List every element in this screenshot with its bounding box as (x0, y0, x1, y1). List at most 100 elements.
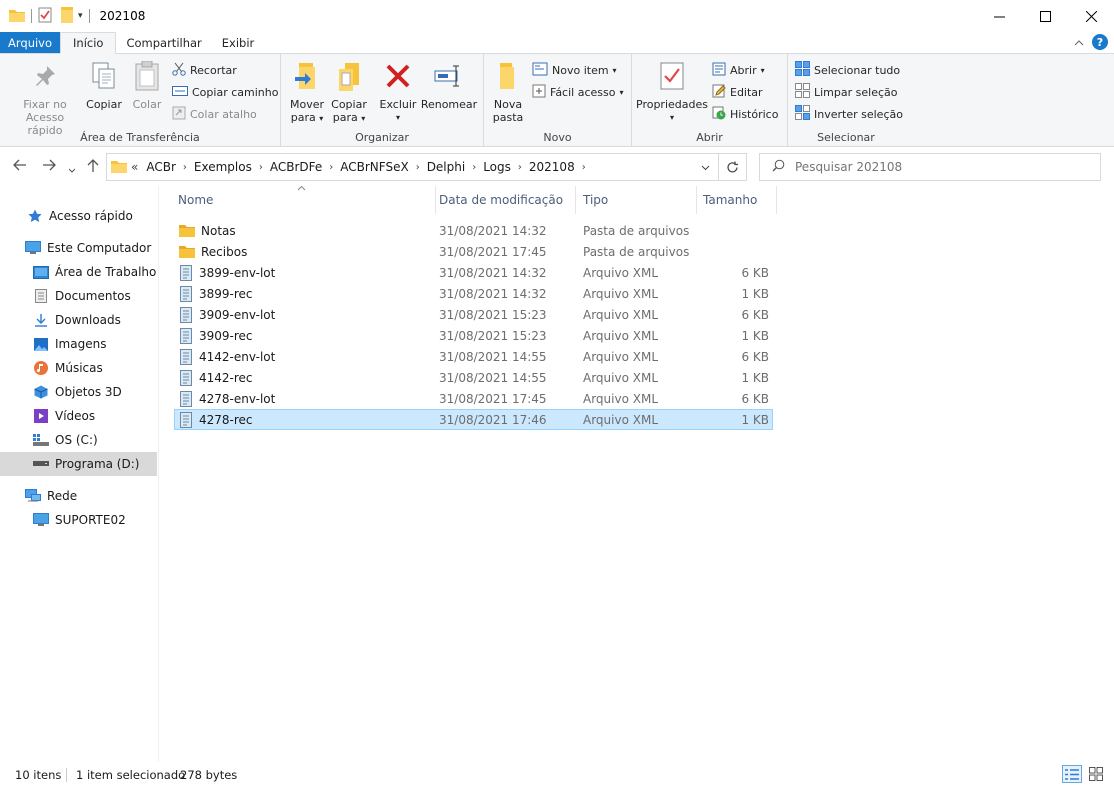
paste-shortcut-icon (172, 106, 186, 123)
file-name: Recibos (201, 244, 248, 259)
new-item-button[interactable]: Novo item ▾ (532, 60, 617, 80)
move-to-button[interactable]: Mover para ▾ (287, 60, 327, 125)
breadcrumb-item[interactable]: ACBrDFe (266, 160, 326, 174)
clipboard-group-label: Área de Transferência (80, 131, 200, 144)
xml-file-icon (179, 285, 193, 302)
select-none-button[interactable]: Limpar seleção (795, 82, 897, 102)
file-name-cell: Recibos (179, 242, 247, 261)
rename-button[interactable]: Renomear (419, 60, 479, 111)
file-row[interactable]: 3909-env-lot 31/08/2021 15:23 Arquivo XML 6… (174, 304, 773, 325)
nav-item-documents[interactable]: Documentos (0, 284, 157, 308)
help-icon[interactable]: ? (1092, 34, 1108, 50)
nav-item-desktop[interactable]: Área de Trabalho (0, 260, 157, 284)
file-size (695, 242, 769, 261)
up-arrow-icon[interactable] (87, 159, 99, 177)
file-row[interactable]: 3909-rec 31/08/2021 15:23 Arquivo XML 1 KB (174, 325, 773, 346)
history-button[interactable]: Histórico (712, 104, 778, 124)
collapse-ribbon-icon[interactable] (1074, 35, 1084, 49)
cut-button[interactable]: Recortar (172, 60, 237, 80)
select-all-button[interactable]: Selecionar tudo (795, 60, 900, 80)
customize-quick-access-icon[interactable]: ▾ (78, 11, 83, 21)
address-history-chevron-icon[interactable] (692, 161, 718, 174)
file-row[interactable]: Notas 31/08/2021 14:32 Pasta de arquivos (174, 220, 773, 241)
close-button[interactable] (1068, 0, 1114, 32)
column-header-size[interactable]: Tamanho (695, 186, 777, 214)
breadcrumb-chevron-icon[interactable]: › (180, 162, 190, 173)
nav-item-music[interactable]: Músicas (0, 356, 157, 380)
delete-button[interactable]: Excluir ▾ (379, 60, 417, 124)
breadcrumb-chevron-icon[interactable]: › (579, 162, 589, 173)
breadcrumb-item[interactable]: Exemplos (190, 160, 256, 174)
breadcrumb-item[interactable]: 202108 (525, 160, 579, 174)
tab-share[interactable]: Compartilhar (116, 32, 211, 53)
search-input[interactable] (795, 160, 1085, 174)
file-row[interactable]: 4142-rec 31/08/2021 14:55 Arquivo XML 1 KB (174, 367, 773, 388)
nav-item-downloads[interactable]: Downloads (0, 308, 157, 332)
breadcrumb-item[interactable]: ACBrNFSeX (336, 160, 412, 174)
maximize-button[interactable] (1022, 0, 1068, 32)
copy-button[interactable]: Copiar (84, 60, 124, 111)
nav-item-suporte02[interactable]: SUPORTE02 (0, 508, 157, 532)
paste-button[interactable]: Colar (128, 60, 166, 111)
easy-access-button[interactable]: Fácil acesso ▾ (532, 82, 623, 102)
copy-to-button[interactable]: Copiar para ▾ (329, 60, 369, 125)
copy-path-button[interactable]: Copiar caminho (172, 82, 278, 102)
minimize-button[interactable] (976, 0, 1022, 32)
file-row[interactable]: 4278-rec 31/08/2021 17:46 Arquivo XML 1 KB (174, 409, 773, 430)
nav-item-quick-access[interactable]: Acesso rápido (0, 204, 157, 228)
selection-size: 278 bytes (180, 768, 238, 782)
paste-shortcut-button[interactable]: Colar atalho (172, 104, 257, 124)
details-view-icon[interactable] (1062, 765, 1082, 783)
column-header-name[interactable]: Nome (170, 186, 436, 214)
breadcrumb-overflow[interactable]: « (127, 160, 142, 174)
tab-file[interactable]: Arquivo (0, 32, 61, 53)
back-arrow-icon[interactable] (13, 159, 27, 175)
column-header-type[interactable]: Tipo (575, 186, 697, 214)
forward-arrow-icon[interactable] (42, 159, 56, 175)
file-name-cell: 3909-rec (179, 326, 253, 345)
nav-item-pictures[interactable]: Imagens (0, 332, 157, 356)
nav-item-network[interactable]: Rede (0, 484, 157, 508)
file-row[interactable]: 3899-env-lot 31/08/2021 14:32 Arquivo XML 6… (174, 262, 773, 283)
nav-item-this-pc[interactable]: Este Computador (0, 236, 157, 260)
nav-item-drive-c[interactable]: OS (C:) (0, 428, 157, 452)
nav-item-videos[interactable]: Vídeos (0, 404, 157, 428)
pin-quick-access-button[interactable]: Fixar no Acesso rápido (8, 60, 82, 137)
open-icon (712, 62, 726, 79)
ribbon-tabs: Arquivo Início Compartilhar Exibir ? (0, 32, 1114, 54)
file-row[interactable]: 4278-env-lot 31/08/2021 17:45 Arquivo XML 6… (174, 388, 773, 409)
tab-home[interactable]: Início (60, 32, 117, 54)
search-box[interactable] (759, 153, 1101, 181)
breadcrumb-chevron-icon[interactable]: › (413, 162, 423, 173)
breadcrumb-chevron-icon[interactable]: › (469, 162, 479, 173)
breadcrumb-item[interactable]: Delphi (423, 160, 470, 174)
file-name-cell: Notas (179, 221, 236, 240)
edit-button[interactable]: Editar (712, 82, 763, 102)
properties-quick-icon[interactable] (38, 7, 52, 26)
large-icons-view-icon[interactable] (1086, 765, 1106, 783)
breadcrumb-item[interactable]: Logs (479, 160, 515, 174)
invert-selection-button[interactable]: Inverter seleção (795, 104, 903, 124)
nav-item-drive-d[interactable]: Programa (D:) (0, 452, 157, 476)
recent-locations-chevron-icon[interactable] (68, 162, 76, 178)
file-row[interactable]: 4142-env-lot 31/08/2021 14:55 Arquivo XML 6… (174, 346, 773, 367)
drive-d-icon (33, 456, 49, 472)
tab-view[interactable]: Exibir (212, 32, 265, 53)
copy-icon (88, 60, 120, 92)
properties-button[interactable]: Propriedades ▾ (636, 60, 708, 124)
breadcrumb-chevron-icon[interactable]: › (515, 162, 525, 173)
breadcrumb-item[interactable]: ACBr (142, 160, 180, 174)
refresh-icon[interactable] (718, 154, 746, 180)
open-button[interactable]: Abrir ▾ (712, 60, 765, 80)
column-header-date[interactable]: Data de modificação (431, 186, 576, 214)
rename-icon (433, 60, 465, 92)
breadcrumb-chevron-icon[interactable]: › (256, 162, 266, 173)
file-row[interactable]: 3899-rec 31/08/2021 14:32 Arquivo XML 1 KB (174, 283, 773, 304)
new-folder-quick-icon[interactable] (60, 6, 74, 26)
file-row[interactable]: Recibos 31/08/2021 17:45 Pasta de arquivos (174, 241, 773, 262)
breadcrumb-chevron-icon[interactable]: › (326, 162, 336, 173)
address-bar[interactable]: « ACBr › Exemplos › ACBrDFe › ACBrNFSeX … (106, 153, 747, 181)
file-type: Arquivo XML (583, 412, 659, 427)
new-folder-button[interactable]: Nova pasta (490, 60, 526, 124)
nav-item-3d-objects[interactable]: Objetos 3D (0, 380, 157, 404)
